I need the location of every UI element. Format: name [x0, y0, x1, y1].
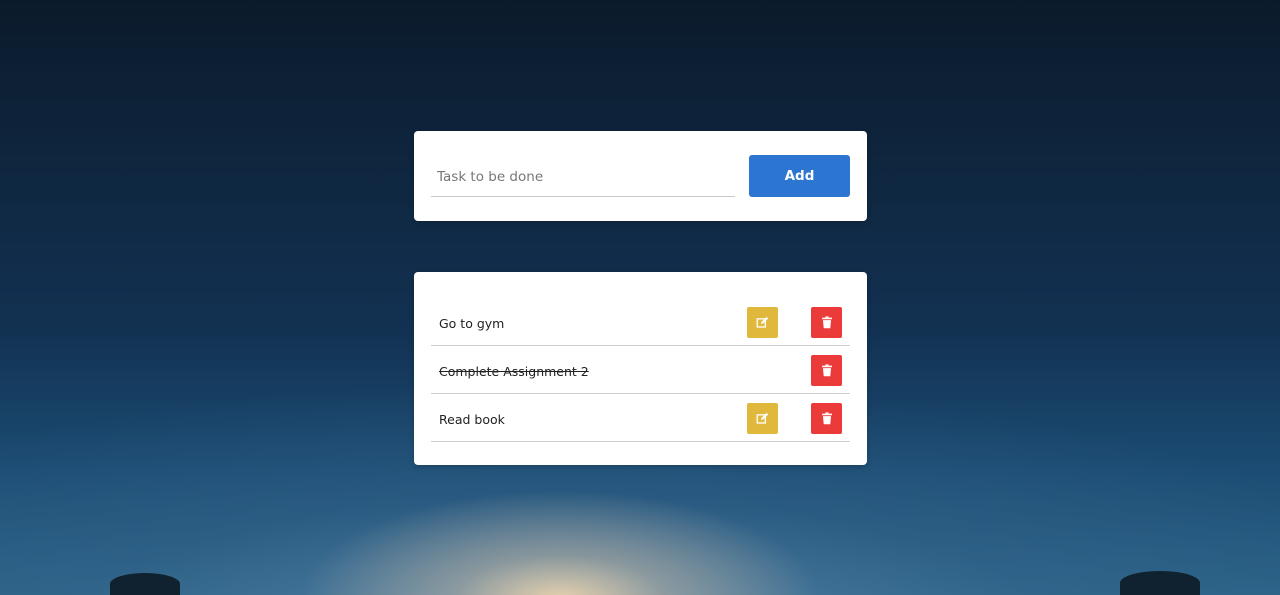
delete-task-button[interactable]	[811, 403, 842, 434]
edit-task-button[interactable]	[747, 403, 778, 434]
task-list-card: Go to gym Complete Assignment 2 Read boo…	[414, 272, 867, 465]
task-row: Complete Assignment 2	[431, 348, 850, 394]
task-row: Read book	[431, 396, 850, 442]
delete-task-button[interactable]	[811, 307, 842, 338]
delete-task-button[interactable]	[811, 355, 842, 386]
trash-icon	[821, 364, 832, 377]
add-task-card: Add	[414, 131, 867, 221]
edit-icon	[756, 316, 769, 328]
task-label: Go to gym	[439, 316, 505, 331]
background-tree-right	[1120, 571, 1200, 595]
trash-icon	[821, 316, 832, 329]
add-button[interactable]: Add	[749, 155, 850, 197]
trash-icon	[821, 412, 832, 425]
task-row: Go to gym	[431, 300, 850, 346]
background-tree-left	[110, 573, 180, 595]
edit-icon	[756, 412, 769, 424]
task-label: Complete Assignment 2	[439, 364, 589, 379]
task-input[interactable]	[431, 157, 735, 197]
edit-task-button[interactable]	[747, 307, 778, 338]
task-label: Read book	[439, 412, 505, 427]
